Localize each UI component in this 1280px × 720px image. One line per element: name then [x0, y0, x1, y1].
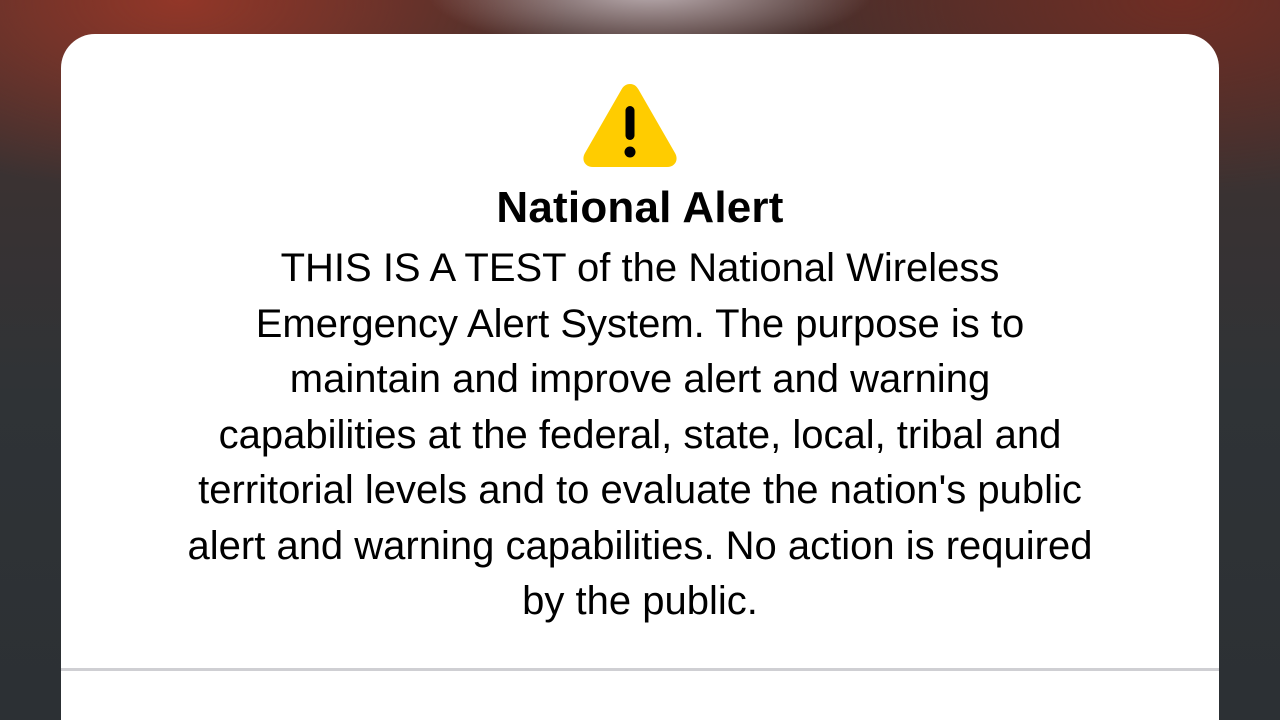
alert-message: THIS IS A TEST of the National Wireless …: [187, 246, 1093, 623]
warning-triangle-icon: [583, 84, 677, 167]
dismiss-button-area[interactable]: [61, 671, 1219, 720]
alert-title: National Alert: [496, 183, 784, 232]
